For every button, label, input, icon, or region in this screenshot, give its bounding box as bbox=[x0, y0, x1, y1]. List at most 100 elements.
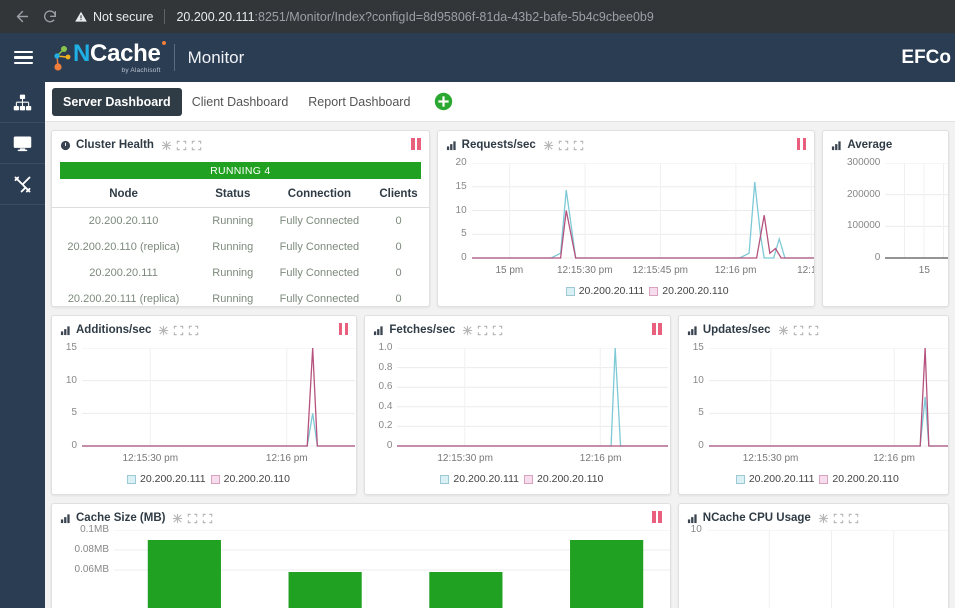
refresh-icon[interactable] bbox=[172, 513, 183, 524]
x-axis-tick-label: 12:15:30 pm bbox=[556, 265, 613, 276]
refresh-icon[interactable] bbox=[158, 325, 169, 336]
panel-fetches-per-sec: Fetches/sec 0 0.2 0.4 0.6 0.8 1.0 12:15:30 pm 1… bbox=[364, 315, 671, 495]
fullscreen-icon[interactable] bbox=[188, 325, 199, 336]
plot-area bbox=[82, 348, 355, 448]
x-axis-tick-label: 15 pm bbox=[495, 265, 524, 276]
address-bar[interactable]: Not secure 20.200.20.111:8251/Monitor/In… bbox=[74, 4, 947, 30]
table-row[interactable]: 20.200.20.111 Running Fully Connected 0 bbox=[52, 260, 429, 286]
cluster-health-table: Node Status Connection Clients 20.200.20… bbox=[52, 185, 429, 306]
chart-legend: 20.200.20.111 20.200.20.110 bbox=[679, 473, 948, 485]
y-axis-tick-label: 0.6 bbox=[378, 381, 393, 393]
legend-item[interactable]: 20.200.20.111 bbox=[127, 473, 206, 485]
hamburger-icon bbox=[13, 48, 33, 67]
legend-item[interactable]: 20.200.20.110 bbox=[210, 473, 290, 485]
url-text: 20.200.20.111:8251/Monitor/Index?configI… bbox=[176, 10, 653, 24]
pause-button[interactable] bbox=[652, 511, 662, 523]
maximize-icon[interactable] bbox=[558, 140, 569, 151]
cell-status: Running bbox=[212, 215, 254, 227]
x-axis-tick-label: 15 bbox=[918, 265, 930, 276]
panel-header: Fetches/sec bbox=[365, 316, 669, 340]
cell-clients: 0 bbox=[395, 215, 402, 227]
maximize-icon[interactable] bbox=[793, 325, 804, 336]
reload-button[interactable] bbox=[36, 3, 64, 31]
panel-header: NCache CPU Usage bbox=[679, 504, 948, 528]
chart-legend: 20.200.20.111 20.200.20.110 bbox=[52, 473, 356, 485]
refresh-icon[interactable] bbox=[818, 513, 829, 524]
back-button[interactable] bbox=[8, 3, 36, 31]
refresh-icon[interactable] bbox=[161, 140, 172, 151]
tab-client-dashboard[interactable]: Client Dashboard bbox=[182, 89, 299, 115]
panel-head-icons bbox=[778, 325, 819, 336]
pause-button[interactable] bbox=[338, 323, 349, 335]
panel-head-icons bbox=[172, 513, 213, 524]
not-secure-warning-icon bbox=[74, 10, 88, 24]
chart-bar-icon bbox=[831, 140, 842, 151]
x-axis-tick-label: 12:16: bbox=[797, 265, 814, 276]
table-header-row: Node Status Connection Clients bbox=[52, 185, 429, 208]
fullscreen-icon[interactable] bbox=[202, 513, 213, 524]
legend-swatch bbox=[565, 286, 575, 296]
refresh-icon[interactable] bbox=[543, 140, 554, 151]
maximize-icon[interactable] bbox=[833, 513, 844, 524]
table-row[interactable]: 20.200.20.110 Running Fully Connected 0 bbox=[52, 208, 429, 235]
maximize-icon[interactable] bbox=[176, 140, 187, 151]
fullscreen-icon[interactable] bbox=[808, 325, 819, 336]
legend-swatch bbox=[649, 286, 659, 296]
sidebar-item-monitor[interactable] bbox=[0, 123, 45, 164]
sidebar-item-tools[interactable] bbox=[0, 164, 45, 205]
y-axis-tick-label: 10 bbox=[690, 524, 702, 535]
fullscreen-icon[interactable] bbox=[573, 140, 584, 151]
panel-title: Average bbox=[847, 139, 893, 151]
ncache-logo[interactable]: NCache by Alachisoft bbox=[50, 40, 166, 74]
y-axis-tick-label: 0 bbox=[698, 440, 704, 451]
panel-cache-size: Cache Size (MB) 0.06MB0.08MB0.1MBze bbox=[51, 503, 671, 608]
pause-button[interactable] bbox=[411, 138, 421, 150]
panel-additions-per-sec: Additions/sec 0 5 10 15 12:15:30 pm 12:16 pm 2… bbox=[51, 315, 358, 495]
pause-button[interactable] bbox=[796, 138, 807, 150]
legend-swatch bbox=[440, 474, 450, 484]
y-axis-tick-label: 0 bbox=[461, 252, 467, 263]
legend-item[interactable]: 20.200.20.110 bbox=[819, 473, 899, 485]
health-gauge-icon bbox=[60, 140, 71, 151]
fullscreen-icon[interactable] bbox=[191, 140, 202, 151]
chart-legend: 20.200.20.111 20.200.20.110 bbox=[365, 473, 669, 485]
legend-item[interactable]: 20.200.20.111 bbox=[440, 473, 519, 485]
cell-node: 20.200.20.110 bbox=[88, 215, 159, 227]
menu-toggle-button[interactable] bbox=[0, 33, 46, 82]
refresh-icon[interactable] bbox=[778, 325, 789, 336]
y-axis-tick-label: 5 bbox=[461, 228, 467, 240]
x-axis-tick-label: 12:16 pm bbox=[714, 265, 757, 276]
legend-item[interactable]: 20.200.20.110 bbox=[524, 473, 603, 485]
sidebar bbox=[0, 82, 45, 608]
chart-fetches: 0 0.2 0.4 0.6 0.8 1.0 12:15:30 pm 12:16 pm 20.20… bbox=[365, 343, 669, 494]
maximize-icon[interactable] bbox=[187, 513, 198, 524]
add-dashboard-button[interactable] bbox=[434, 92, 453, 111]
fullscreen-icon[interactable] bbox=[492, 325, 503, 336]
fullscreen-icon[interactable] bbox=[848, 513, 859, 524]
plot-area bbox=[114, 530, 670, 608]
tab-report-dashboard[interactable]: Report Dashboard bbox=[298, 89, 420, 115]
legend-item[interactable]: 20.200.20.111 bbox=[565, 285, 644, 297]
dashboard-tabs: Server Dashboard Client Dashboard Report… bbox=[45, 82, 955, 122]
chart-bar-icon bbox=[687, 325, 698, 336]
refresh-icon[interactable] bbox=[462, 325, 473, 336]
sidebar-item-cluster[interactable] bbox=[0, 82, 45, 123]
legend-item[interactable]: 20.200.20.110 bbox=[649, 285, 729, 297]
legend-item[interactable]: 20.200.20.111 bbox=[735, 473, 814, 485]
table-row[interactable]: 20.200.20.110 (replica) Running Fully Co… bbox=[52, 234, 429, 260]
maximize-icon[interactable] bbox=[173, 325, 184, 336]
chart-bar-icon bbox=[446, 140, 457, 151]
panel-average: Average 0 100000 200000 300000 15 bbox=[822, 130, 949, 307]
table-row[interactable]: 20.200.20.111 (replica) Running Fully Co… bbox=[52, 286, 429, 306]
cell-status: Running bbox=[212, 267, 254, 279]
x-axis-tick-label: 12:15:45 pm bbox=[632, 265, 688, 276]
pause-button[interactable] bbox=[652, 323, 662, 335]
tab-server-dashboard[interactable]: Server Dashboard bbox=[52, 87, 182, 116]
y-axis-tick-label: 0.06MB bbox=[74, 564, 109, 575]
legend-swatch bbox=[735, 474, 745, 484]
legend-label: 20.200.20.110 bbox=[537, 473, 604, 485]
maximize-icon[interactable] bbox=[477, 325, 488, 336]
plot-area bbox=[885, 163, 949, 260]
logo-subtitle: by Alachisoft bbox=[121, 66, 161, 74]
y-axis-tick-label: 200000 bbox=[846, 188, 881, 200]
